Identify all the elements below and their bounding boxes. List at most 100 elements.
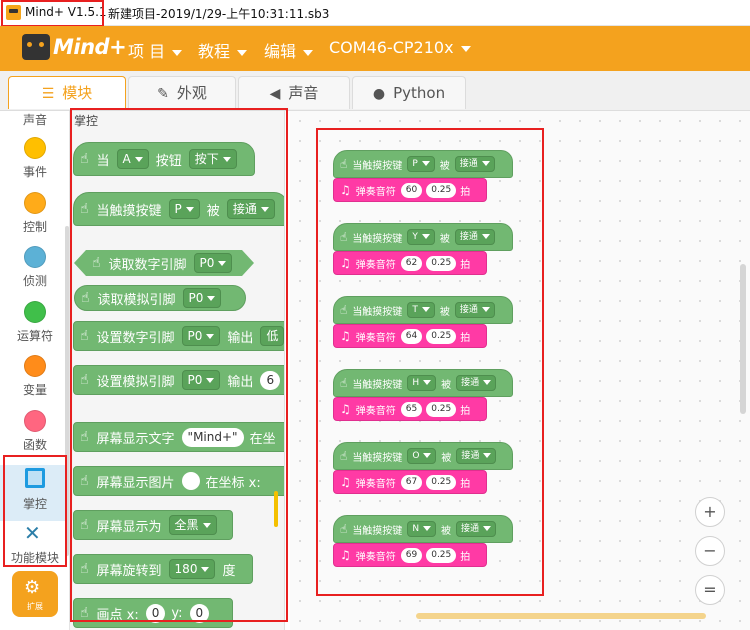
mode-tabs: ☰ 模块 ✎ 外观 ◀ 声音 ● Python [0, 71, 750, 111]
script-hat-touchkey[interactable]: ☝ 当触摸按键 O 被接通 [333, 442, 513, 470]
script-play-note[interactable]: ♫ 弹奏音符 60 0.25 拍 [333, 178, 487, 202]
touch-icon: ☝ [340, 449, 348, 463]
note-input[interactable]: 67 [400, 474, 423, 490]
block-text: 当触摸按键 [352, 160, 403, 172]
category-sensing[interactable]: 侦测 [0, 246, 69, 300]
block-text: 被 [439, 160, 450, 172]
title-bar: Mind+ V1.5.1 新建项目-2019/1/29-上午10:31:11.s… [0, 0, 750, 26]
category-control[interactable]: 控制 [0, 192, 69, 246]
state-dropdown[interactable]: 接通 [454, 229, 495, 245]
menu-edit[interactable]: 编辑 [264, 38, 314, 62]
tab-sounds[interactable]: ◀ 声音 [238, 76, 350, 109]
menu-project[interactable]: 项 目 [128, 38, 183, 62]
block-text: 被 [441, 379, 452, 391]
block-text: 当触摸按键 [352, 452, 403, 464]
note-input[interactable]: 60 [400, 182, 423, 198]
script-hat-touchkey[interactable]: ☝ 当触摸按键 N 被接通 [333, 515, 513, 543]
extension-icon: ⚙ [24, 577, 41, 598]
menu-project-label: 项 目 [128, 42, 166, 61]
script-play-note[interactable]: ♫ 弹奏音符 65 0.25 拍 [333, 397, 487, 421]
tab-python[interactable]: ● Python [352, 76, 466, 109]
script-play-note[interactable]: ♫ 弹奏音符 64 0.25 拍 [333, 324, 487, 348]
note-input[interactable]: 64 [400, 328, 423, 344]
script-play-note[interactable]: ♫ 弹奏音符 62 0.25 拍 [333, 251, 487, 275]
dropdown-value: 接通 [461, 524, 480, 534]
note-input[interactable]: 65 [400, 401, 423, 417]
block-text: 被 [439, 233, 450, 245]
dropdown-value: N [412, 524, 420, 534]
state-dropdown[interactable]: 接通 [456, 375, 497, 391]
script-play-note[interactable]: ♫ 弹奏音符 67 0.25 拍 [333, 470, 487, 494]
workspace-horizontal-scrollbar[interactable] [416, 613, 706, 619]
block-text: 拍 [460, 478, 471, 490]
chevron-down-icon [423, 526, 432, 531]
beat-input[interactable]: 0.25 [426, 474, 457, 490]
script-hat-touchkey[interactable]: ☝ 当触摸按键 H 被接通 [333, 369, 513, 397]
key-dropdown[interactable]: Y [407, 229, 435, 245]
robot-icon [22, 34, 50, 60]
beat-input[interactable]: 0.25 [426, 255, 457, 271]
mindplus-logo[interactable]: Mind+ [22, 32, 127, 64]
zoom-reset-button[interactable]: = [695, 575, 725, 605]
category-label: 控制 [22, 220, 47, 234]
category-label: 函数 [22, 438, 47, 452]
state-dropdown[interactable]: 接通 [454, 302, 495, 318]
chevron-down-icon [172, 49, 183, 56]
key-dropdown[interactable]: T [407, 302, 435, 318]
chevron-down-icon [423, 380, 432, 385]
note-input[interactable]: 69 [400, 547, 423, 563]
extension-button[interactable]: ⚙ 扩展 [12, 571, 58, 617]
key-dropdown[interactable]: H [407, 375, 437, 391]
note-input[interactable]: 62 [400, 255, 423, 271]
beat-input[interactable]: 0.25 [426, 328, 457, 344]
block-text: 弹奏音符 [355, 332, 396, 344]
category-sound[interactable]: 声音 [0, 111, 69, 139]
category-variables[interactable]: 变量 [0, 355, 69, 409]
dropdown-value: T [412, 305, 418, 315]
key-dropdown[interactable]: O [407, 448, 437, 464]
category-events[interactable]: 事件 [0, 137, 69, 191]
tab-blocks[interactable]: ☰ 模块 [8, 76, 126, 109]
state-dropdown[interactable]: 接通 [456, 521, 497, 537]
state-dropdown[interactable]: 接通 [454, 156, 495, 172]
block-text: 被 [441, 452, 452, 464]
beat-input[interactable]: 0.25 [426, 182, 457, 198]
dropdown-value: 接通 [461, 451, 480, 461]
menu-tutorial-label: 教程 [198, 42, 231, 61]
beat-input[interactable]: 0.25 [426, 547, 457, 563]
block-text: 拍 [460, 551, 471, 563]
workspace-vertical-scrollbar[interactable] [740, 264, 746, 414]
category-label: 声音 [22, 113, 47, 127]
chevron-down-icon [483, 380, 492, 385]
script-play-note[interactable]: ♫ 弹奏音符 69 0.25 拍 [333, 543, 487, 567]
key-dropdown[interactable]: N [407, 521, 437, 537]
script-hat-touchkey[interactable]: ☝ 当触摸按键 P 被接通 [333, 150, 513, 178]
touch-icon: ☝ [340, 303, 348, 317]
beat-input[interactable]: 0.25 [426, 401, 457, 417]
block-text: 弹奏音符 [355, 405, 396, 417]
block-text: 拍 [460, 332, 471, 344]
script-hat-touchkey[interactable]: ☝ 当触摸按键 Y 被接通 [333, 223, 513, 251]
tab-costumes[interactable]: ✎ 外观 [128, 76, 236, 109]
sensing-color-dot [24, 246, 46, 268]
zoom-in-button[interactable]: + [695, 497, 725, 527]
highlight-palette [70, 108, 288, 622]
script-hat-touchkey[interactable]: ☝ 当触摸按键 T 被接通 [333, 296, 513, 324]
chevron-down-icon [421, 234, 430, 239]
zoom-out-button[interactable]: − [695, 536, 725, 566]
dropdown-value: Y [412, 232, 418, 242]
category-operators[interactable]: 运算符 [0, 301, 69, 355]
menu-edit-label: 编辑 [264, 42, 297, 61]
chevron-down-icon [481, 307, 490, 312]
dropdown-value: P [412, 159, 418, 169]
chevron-down-icon [483, 453, 492, 458]
key-dropdown[interactable]: P [407, 156, 435, 172]
highlight-categories [3, 455, 67, 567]
menu-tutorial[interactable]: 教程 [198, 38, 248, 62]
category-label: 变量 [22, 383, 47, 397]
state-dropdown[interactable]: 接通 [456, 448, 497, 464]
menu-port[interactable]: COM46-CP210x [329, 38, 471, 57]
touch-icon: ☝ [340, 157, 348, 171]
chevron-down-icon [421, 307, 430, 312]
block-text: 被 [441, 525, 452, 537]
